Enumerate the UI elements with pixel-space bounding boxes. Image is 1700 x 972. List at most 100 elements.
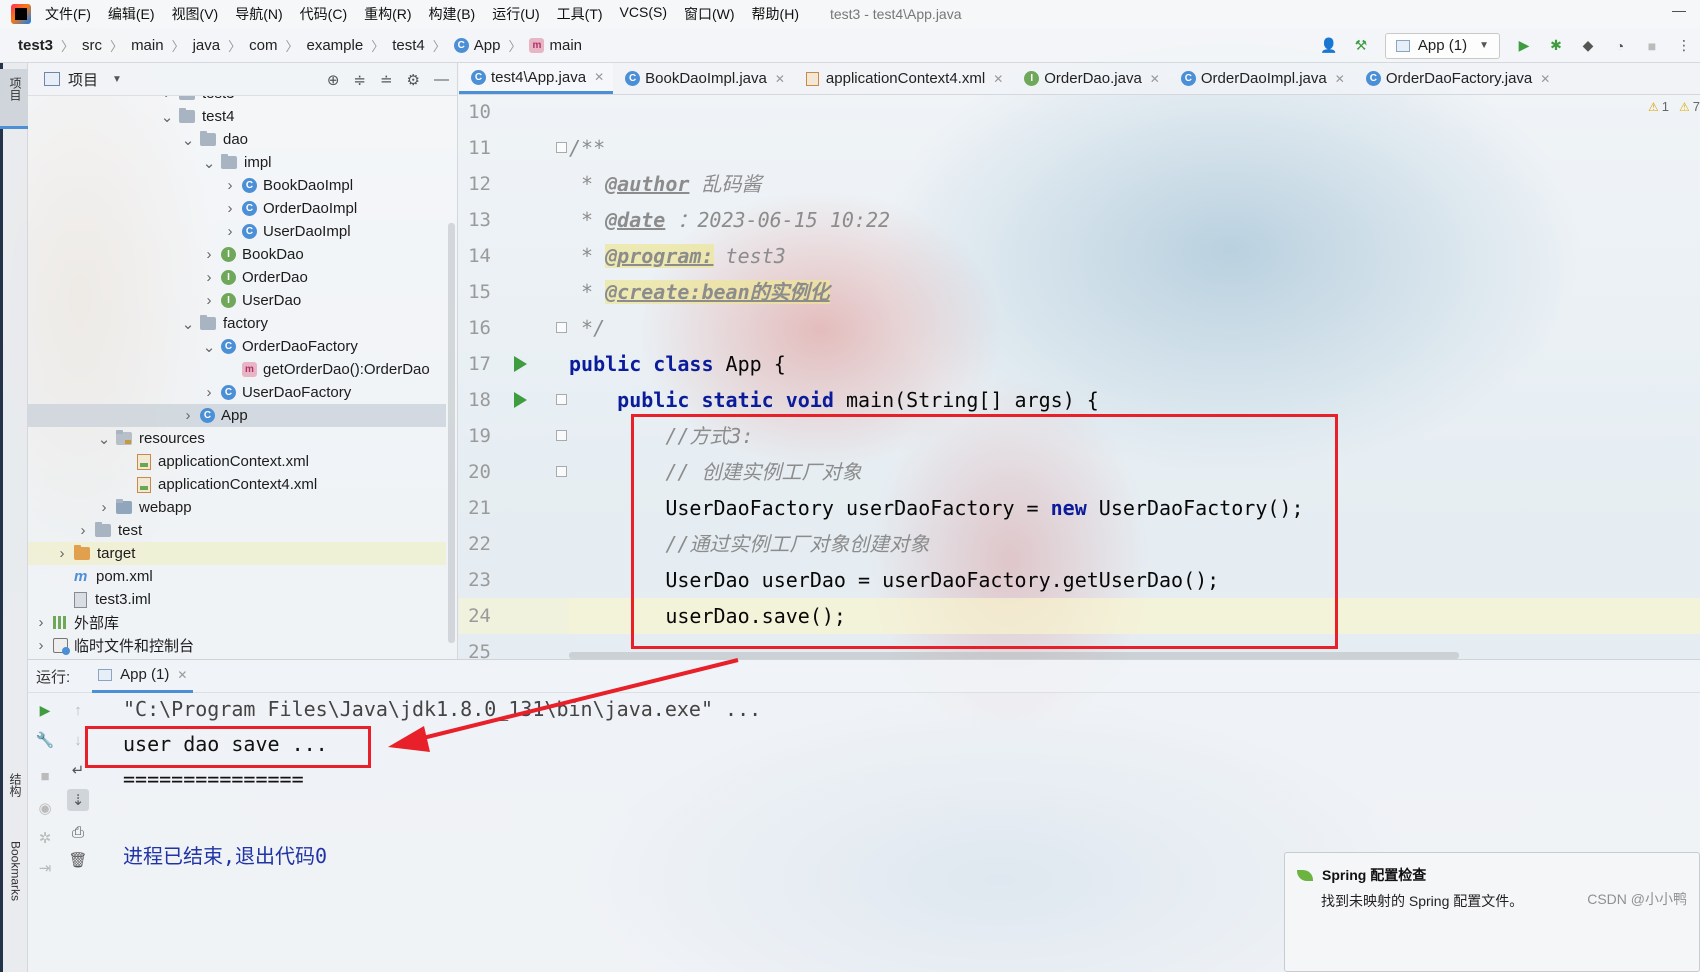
exit-icon[interactable]: ⇥ <box>34 857 56 879</box>
editor-tab[interactable]: I OrderDao.java ✕ <box>1012 63 1169 94</box>
tool-tab-project[interactable]: 项目 <box>0 69 28 129</box>
tree-item[interactable]: › I UserDao <box>28 289 446 312</box>
chevron-right-icon[interactable]: › <box>55 545 69 562</box>
chevron-right-icon[interactable]: › <box>181 407 195 424</box>
fold-marker-icon[interactable] <box>556 142 567 153</box>
code-area[interactable]: /** * @author 乱码酱 * @date ：2023-06-15 10… <box>569 95 1700 659</box>
tree-item[interactable]: › target <box>28 542 446 565</box>
tree-item[interactable]: › 临时文件和控制台 <box>28 634 446 657</box>
tree-item[interactable]: ⌄ resources <box>28 427 446 450</box>
scroll-up-icon[interactable]: ↑ <box>67 699 89 721</box>
wrench-icon[interactable]: 🔧 <box>34 729 56 751</box>
breadcrumb-item[interactable]: src <box>82 37 102 54</box>
chevron-right-icon[interactable]: › <box>34 637 48 654</box>
chevron-right-icon[interactable]: › <box>223 200 237 217</box>
menu-item[interactable]: 视图(V) <box>172 4 219 24</box>
project-scrollbar[interactable] <box>448 223 455 643</box>
stop-icon[interactable]: ■ <box>34 765 56 787</box>
tree-item[interactable]: ⌄ impl <box>28 151 446 174</box>
minimize-icon[interactable]: — <box>1672 2 1686 18</box>
close-icon[interactable]: ✕ <box>1540 72 1550 86</box>
tree-item[interactable]: ⌄ factory <box>28 312 446 335</box>
close-icon[interactable]: ✕ <box>775 72 785 86</box>
menu-item[interactable]: 重构(R) <box>364 4 411 24</box>
tree-item[interactable]: m pom.xml <box>28 565 446 588</box>
tree-item[interactable]: › C BookDaoImpl <box>28 174 446 197</box>
run-gutter-icon[interactable] <box>514 356 527 372</box>
chevron-right-icon[interactable]: › <box>223 223 237 240</box>
chevron-right-icon[interactable]: › <box>202 269 216 286</box>
breadcrumb-item[interactable]: example <box>307 37 364 54</box>
tree-item[interactable]: › C UserDaoFactory <box>28 381 446 404</box>
menu-item[interactable]: 帮助(H) <box>752 4 799 24</box>
chevron-down-icon[interactable]: ⌄ <box>181 315 195 333</box>
run-config-selector[interactable]: App (1) ▼ <box>1384 32 1500 59</box>
fold-marker-icon[interactable] <box>556 430 567 441</box>
tree-item[interactable]: ⌄ dao <box>28 128 446 151</box>
run-icon[interactable]: ▶ <box>1513 35 1535 57</box>
user-icon[interactable]: 👤 <box>1318 35 1340 57</box>
camera-icon[interactable]: ◉ <box>34 797 56 819</box>
chevron-down-icon[interactable]: ⌄ <box>181 131 195 149</box>
more-icon[interactable]: ⋮ <box>1673 35 1695 57</box>
chevron-down-icon[interactable]: ⌄ <box>160 108 174 126</box>
run-tab[interactable]: App (1) ✕ <box>92 660 194 693</box>
breadcrumb-item[interactable]: m main <box>529 37 582 54</box>
chevron-right-icon[interactable]: › <box>76 522 90 539</box>
chevron-down-icon[interactable]: ⌄ <box>202 338 216 356</box>
debug-icon[interactable]: ✱ <box>1545 35 1567 57</box>
chevron-down-icon[interactable]: ⌄ <box>97 430 111 448</box>
tree-item[interactable]: › I OrderDao <box>28 266 446 289</box>
menu-item[interactable]: 文件(F) <box>45 4 91 24</box>
fold-marker-icon[interactable] <box>556 466 567 477</box>
expand-all-icon[interactable]: ≑ <box>353 71 366 89</box>
editor-tab[interactable]: C OrderDaoImpl.java ✕ <box>1169 63 1354 94</box>
tree-item[interactable]: › C OrderDaoImpl <box>28 197 446 220</box>
breadcrumb-item[interactable]: main <box>131 37 164 54</box>
menu-item[interactable]: 工具(T) <box>557 4 603 24</box>
profile-icon[interactable]: ◔ <box>1609 35 1631 57</box>
tree-item[interactable]: test3.iml <box>28 588 446 611</box>
breadcrumb-item[interactable]: C App <box>453 37 500 54</box>
chevron-right-icon[interactable]: › <box>160 96 174 102</box>
editor-horizontal-scrollbar[interactable] <box>569 652 1459 659</box>
chevron-down-icon[interactable]: ⌄ <box>202 154 216 172</box>
spring-notification[interactable]: Spring 配置检查 找到未映射的 Spring 配置文件。 CSDN @小小… <box>1284 852 1700 972</box>
tree-item[interactable]: › webapp <box>28 496 446 519</box>
menu-item[interactable]: 代码(C) <box>300 4 347 24</box>
tree-item[interactable]: m getOrderDao():OrderDao <box>28 358 446 381</box>
close-icon[interactable]: ✕ <box>177 668 187 682</box>
breadcrumb-item[interactable]: test4 <box>392 37 425 54</box>
soft-wrap-icon[interactable]: ↵ <box>67 759 89 781</box>
breadcrumb-item[interactable]: com <box>249 37 277 54</box>
collapse-all-icon[interactable]: ≐ <box>380 71 393 89</box>
tree-item[interactable]: applicationContext4.xml <box>28 473 446 496</box>
hide-icon[interactable]: — <box>434 71 449 88</box>
tree-item[interactable]: › C UserDaoImpl <box>28 220 446 243</box>
coverage-icon[interactable]: ◆ <box>1577 35 1599 57</box>
scroll-down-icon[interactable]: ↓ <box>67 729 89 751</box>
menu-item[interactable]: 导航(N) <box>235 4 282 24</box>
tree-item[interactable]: › 外部库 <box>28 611 446 634</box>
chevron-right-icon[interactable]: › <box>202 292 216 309</box>
chevron-right-icon[interactable]: › <box>202 384 216 401</box>
breadcrumb-item[interactable]: test3 <box>18 37 53 54</box>
close-icon[interactable]: ✕ <box>1150 72 1160 86</box>
tree-item[interactable]: › test3 <box>28 96 446 105</box>
locate-icon[interactable]: ⊕ <box>327 71 340 89</box>
tree-item[interactable]: applicationContext.xml <box>28 450 446 473</box>
fold-marker-icon[interactable] <box>556 322 567 333</box>
tree-item[interactable]: › test <box>28 519 446 542</box>
chevron-right-icon[interactable]: › <box>202 246 216 263</box>
breadcrumb-item[interactable]: java <box>193 37 221 54</box>
editor-tab[interactable]: C OrderDaoFactory.java ✕ <box>1354 63 1560 94</box>
fold-marker-icon[interactable] <box>556 394 567 405</box>
editor-tab[interactable]: applicationContext4.xml ✕ <box>794 63 1012 94</box>
menu-item[interactable]: 编辑(E) <box>108 4 155 24</box>
menu-item[interactable]: 构建(B) <box>429 4 476 24</box>
tool-tab-bookmarks[interactable]: Bookmarks <box>0 837 28 937</box>
menu-item[interactable]: 运行(U) <box>492 4 539 24</box>
pin-icon[interactable]: ✲ <box>34 827 56 849</box>
tree-item[interactable]: › C App <box>28 404 446 427</box>
print-icon[interactable]: ⎙ <box>67 821 89 843</box>
